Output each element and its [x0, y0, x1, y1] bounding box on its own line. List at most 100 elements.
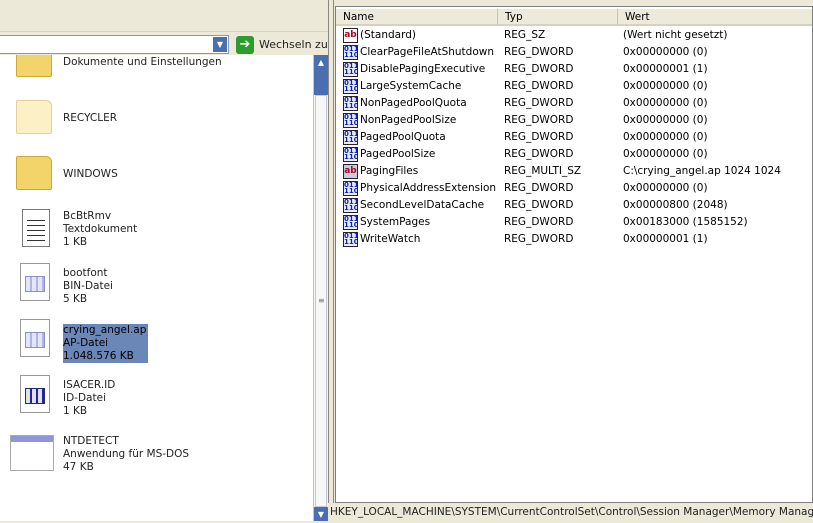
- file-type: Anwendung für MS-DOS: [63, 448, 190, 460]
- binary-value-icon: 011 110: [343, 62, 358, 77]
- address-bar-input[interactable]: ▼: [0, 35, 229, 54]
- value-data: 0x00000001 (1): [623, 63, 708, 75]
- value-name: SecondLevelDataCache: [360, 199, 485, 211]
- registry-value-row[interactable]: 011 110 PagedPoolSize REG_DWORD 0x0000000…: [336, 146, 812, 163]
- value-type: REG_DWORD: [504, 46, 574, 58]
- value-name: PhysicalAddressExtension: [360, 182, 497, 194]
- goto-button-label[interactable]: Wechseln zu: [259, 38, 328, 51]
- file-list: Dokumente und Einstellungen RECYCLER WIN…: [0, 55, 313, 521]
- binary-value-icon: 011 110: [343, 181, 358, 196]
- file-list-scrollbar[interactable]: ▲ ≡ ▼: [313, 55, 328, 521]
- binary-value-icon: 011 110: [343, 45, 358, 60]
- binary-value-icon: 011 110: [343, 113, 358, 128]
- registry-value-row[interactable]: 011 110 PagedPoolQuota REG_DWORD 0x000000…: [336, 129, 812, 146]
- registry-value-row[interactable]: ab PagingFiles REG_MULTI_SZ C:\crying_an…: [336, 163, 812, 180]
- file-type: ID-Datei: [63, 392, 106, 404]
- value-data: 0x00000000 (0): [623, 97, 708, 109]
- registry-value-row[interactable]: 011 110 DisablePagingExecutive REG_DWORD …: [336, 61, 812, 78]
- file-name: ISACER.ID: [63, 379, 116, 391]
- value-name: ClearPageFileAtShutdown: [360, 46, 494, 58]
- folder-icon: [16, 55, 52, 77]
- value-name: NonPagedPoolQuota: [360, 97, 467, 109]
- file-type: BIN-Datei: [63, 280, 113, 292]
- pane-splitter[interactable]: [328, 0, 334, 503]
- text-document-icon: [22, 209, 50, 247]
- value-name: PagingFiles: [360, 165, 419, 177]
- file-item-bcbtrmv[interactable]: BcBtRmv Textdokument 1 KB: [0, 207, 313, 257]
- value-name: PagedPoolQuota: [360, 131, 446, 143]
- registry-values-list: Name Typ Wert ab (Standard) REG_SZ (Wert…: [335, 6, 813, 503]
- value-data: 0x00000001 (1): [623, 233, 708, 245]
- file-item-isacer[interactable]: ISACER.ID ID-Datei 1 KB: [0, 375, 313, 425]
- file-icon: [20, 375, 50, 413]
- file-size: 47 KB: [63, 461, 94, 473]
- registry-value-row[interactable]: ab (Standard) REG_SZ (Wert nicht gesetzt…: [336, 27, 812, 44]
- binary-value-icon: 011 110: [343, 198, 358, 213]
- value-type: REG_DWORD: [504, 199, 574, 211]
- registry-value-row[interactable]: 011 110 WriteWatch REG_DWORD 0x00000001 (…: [336, 231, 812, 248]
- file-size: 1.048.576 KB: [63, 350, 134, 362]
- value-type: REG_DWORD: [504, 63, 574, 75]
- file-item-ntdetect[interactable]: NTDETECT Anwendung für MS-DOS 47 KB: [0, 431, 313, 481]
- registry-value-row[interactable]: 011 110 LargeSystemCache REG_DWORD 0x0000…: [336, 78, 812, 95]
- value-type: REG_DWORD: [504, 182, 574, 194]
- status-bar-path: HKEY_LOCAL_MACHINE\SYSTEM\CurrentControl…: [328, 503, 813, 521]
- value-type: REG_DWORD: [504, 216, 574, 228]
- value-type: REG_DWORD: [504, 80, 574, 92]
- value-type: REG_DWORD: [504, 114, 574, 126]
- registry-value-row[interactable]: 011 110 NonPagedPoolSize REG_DWORD 0x0000…: [336, 112, 812, 129]
- file-type: AP-Datei: [63, 337, 109, 349]
- toolbar-area: [0, 0, 328, 32]
- file-size: 1 KB: [63, 236, 88, 248]
- value-type: REG_DWORD: [504, 97, 574, 109]
- value-data: 0x00000000 (0): [623, 148, 708, 160]
- value-type: REG_DWORD: [504, 233, 574, 245]
- value-name: DisablePagingExecutive: [360, 63, 486, 75]
- file-icon: [20, 263, 50, 301]
- value-data: 0x00000800 (2048): [623, 199, 728, 211]
- file-item-windows[interactable]: WINDOWS: [0, 156, 313, 206]
- value-name: NonPagedPoolSize: [360, 114, 457, 126]
- scroll-thumb[interactable]: ≡: [315, 95, 327, 507]
- value-type: REG_SZ: [504, 29, 546, 41]
- scroll-down-button[interactable]: ▼: [314, 507, 328, 521]
- value-name: WriteWatch: [360, 233, 421, 245]
- binary-value-icon: 011 110: [343, 232, 358, 247]
- value-type: REG_MULTI_SZ: [504, 165, 582, 177]
- binary-value-icon: 011 110: [343, 130, 358, 145]
- file-item-recycler[interactable]: RECYCLER: [0, 100, 313, 150]
- file-name: Dokumente und Einstellungen: [63, 56, 222, 68]
- scroll-up-button[interactable]: ▲: [314, 55, 328, 95]
- value-type: REG_DWORD: [504, 131, 574, 143]
- binary-value-icon: 011 110: [343, 96, 358, 111]
- file-name: BcBtRmv: [63, 210, 112, 222]
- file-type: Textdokument: [63, 223, 138, 235]
- value-name: SystemPages: [360, 216, 431, 228]
- value-name: (Standard): [360, 29, 416, 41]
- binary-value-icon: 011 110: [343, 147, 358, 162]
- file-icon: [20, 319, 50, 357]
- file-size: 5 KB: [63, 293, 88, 305]
- file-name: bootfont: [63, 267, 108, 279]
- registry-value-row[interactable]: 011 110 SystemPages REG_DWORD 0x00183000 …: [336, 214, 812, 231]
- column-header-type[interactable]: Typ: [498, 9, 618, 26]
- value-data: 0x00000000 (0): [623, 131, 708, 143]
- value-data: C:\crying_angel.ap 1024 1024: [623, 165, 781, 177]
- file-name: WINDOWS: [63, 168, 118, 180]
- registry-value-row[interactable]: 011 110 ClearPageFileAtShutdown REG_DWORD…: [336, 44, 812, 61]
- file-item-bootfont[interactable]: bootfont BIN-Datei 5 KB: [0, 263, 313, 313]
- address-dropdown-button[interactable]: ▼: [213, 37, 227, 52]
- value-name: PagedPoolSize: [360, 148, 436, 160]
- value-type: REG_DWORD: [504, 148, 574, 160]
- folder-icon: [16, 100, 52, 134]
- registry-value-row[interactable]: 011 110 NonPagedPoolQuota REG_DWORD 0x000…: [336, 95, 812, 112]
- column-header-name[interactable]: Name: [336, 9, 498, 26]
- registry-value-row[interactable]: 011 110 SecondLevelDataCache REG_DWORD 0x…: [336, 197, 812, 214]
- file-item-dokumente[interactable]: Dokumente und Einstellungen: [0, 55, 313, 105]
- column-header-value[interactable]: Wert: [618, 9, 812, 26]
- go-arrow-icon[interactable]: ➔: [236, 36, 254, 54]
- value-data: 0x00183000 (1585152): [623, 216, 748, 228]
- registry-value-row[interactable]: 011 110 PhysicalAddressExtension REG_DWOR…: [336, 180, 812, 197]
- value-data: 0x00000000 (0): [623, 114, 708, 126]
- file-item-crying-angel[interactable]: crying_angel.ap AP-Datei 1.048.576 KB: [0, 319, 313, 369]
